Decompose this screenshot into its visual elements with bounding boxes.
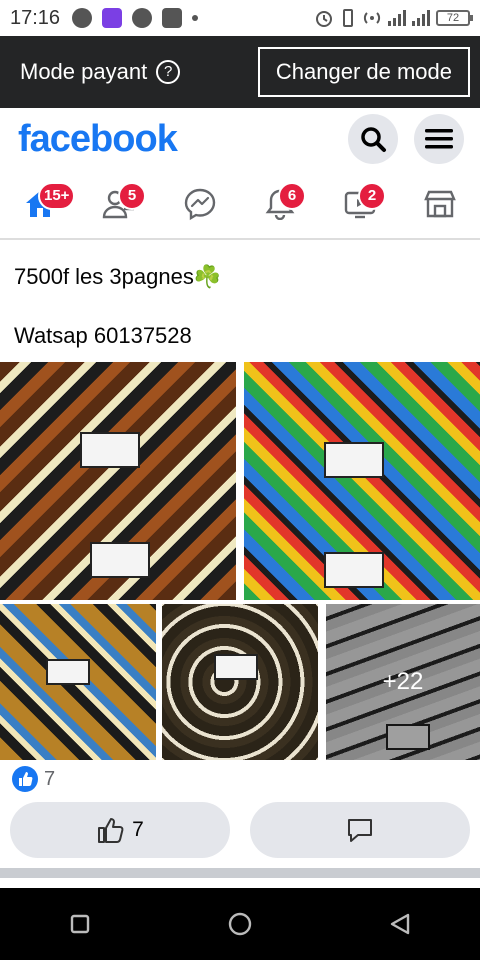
post-photo[interactable] — [0, 604, 156, 760]
back-icon[interactable] — [388, 912, 412, 936]
battery-icon: 72 — [436, 10, 473, 26]
reaction-count: 7 — [44, 767, 56, 790]
facebook-logo[interactable]: facebook — [18, 118, 178, 161]
notification-badge: 2 — [358, 182, 386, 210]
post-photo[interactable] — [244, 362, 480, 600]
messenger-icon — [184, 188, 216, 221]
product-tag — [324, 442, 384, 478]
tab-watch[interactable]: 2 — [336, 180, 386, 228]
reactions-summary[interactable]: 7 — [12, 766, 55, 792]
notification-badge: 5 — [118, 182, 146, 210]
post-photo[interactable] — [162, 604, 318, 760]
android-nav-bar — [0, 888, 480, 960]
product-tag — [90, 542, 150, 578]
notification-icon — [72, 8, 93, 28]
change-mode-button[interactable]: Changer de mode — [257, 47, 470, 97]
tab-messenger[interactable] — [176, 180, 224, 228]
signal-icon — [388, 10, 406, 26]
mode-label: Mode payant — [20, 59, 148, 84]
post-photo[interactable] — [0, 362, 236, 600]
recents-icon[interactable] — [68, 912, 92, 936]
data-mode-bar: Mode payant ? Changer de mode — [0, 36, 480, 108]
like-count: 7 — [132, 818, 144, 841]
vibrate-icon — [343, 9, 353, 27]
post-photo-more[interactable]: +22 — [326, 604, 480, 760]
tab-home[interactable]: 15+ — [16, 180, 76, 228]
more-photos-count: +22 — [326, 604, 480, 760]
tab-marketplace[interactable] — [416, 180, 464, 228]
thumbs-up-icon — [98, 818, 124, 843]
product-tag — [214, 654, 258, 680]
comment-icon — [348, 819, 372, 842]
comment-button[interactable] — [250, 802, 470, 858]
app-header: facebook — [0, 108, 480, 170]
search-icon — [361, 127, 386, 152]
tab-friends[interactable]: 5 — [96, 180, 146, 228]
notification-badge: 6 — [278, 182, 306, 210]
like-reaction-icon — [12, 766, 38, 792]
app-icon — [162, 8, 183, 28]
post-text: Watsap 60137528 — [14, 323, 192, 348]
signal-icon — [412, 10, 430, 26]
app-p-icon — [102, 8, 123, 28]
notification-badge: 15+ — [38, 182, 76, 210]
product-tag — [46, 659, 90, 685]
hotspot-icon — [363, 12, 381, 24]
marketplace-icon — [424, 190, 456, 218]
notification-icon — [132, 8, 153, 28]
menu-icon — [425, 129, 453, 149]
notification-icons — [72, 8, 199, 28]
feed-divider — [0, 868, 480, 878]
system-icons: 72 — [314, 8, 473, 28]
status-bar: 17:16 72 — [0, 0, 480, 36]
search-button[interactable] — [348, 114, 398, 164]
home-circle-icon[interactable] — [227, 911, 253, 937]
status-time: 17:16 — [10, 6, 61, 29]
help-icon[interactable]: ? — [156, 60, 181, 84]
post-text: 7500f les 3pagnes☘️ — [14, 264, 222, 289]
more-dot-icon — [192, 15, 199, 21]
product-tag — [324, 552, 384, 588]
tab-bar: 15+ 5 6 2 — [0, 170, 480, 240]
alarm-icon — [316, 11, 332, 27]
like-button[interactable]: 7 — [10, 802, 230, 858]
menu-button[interactable] — [414, 114, 464, 164]
product-tag — [80, 432, 140, 468]
tab-notifications[interactable]: 6 — [256, 180, 306, 228]
